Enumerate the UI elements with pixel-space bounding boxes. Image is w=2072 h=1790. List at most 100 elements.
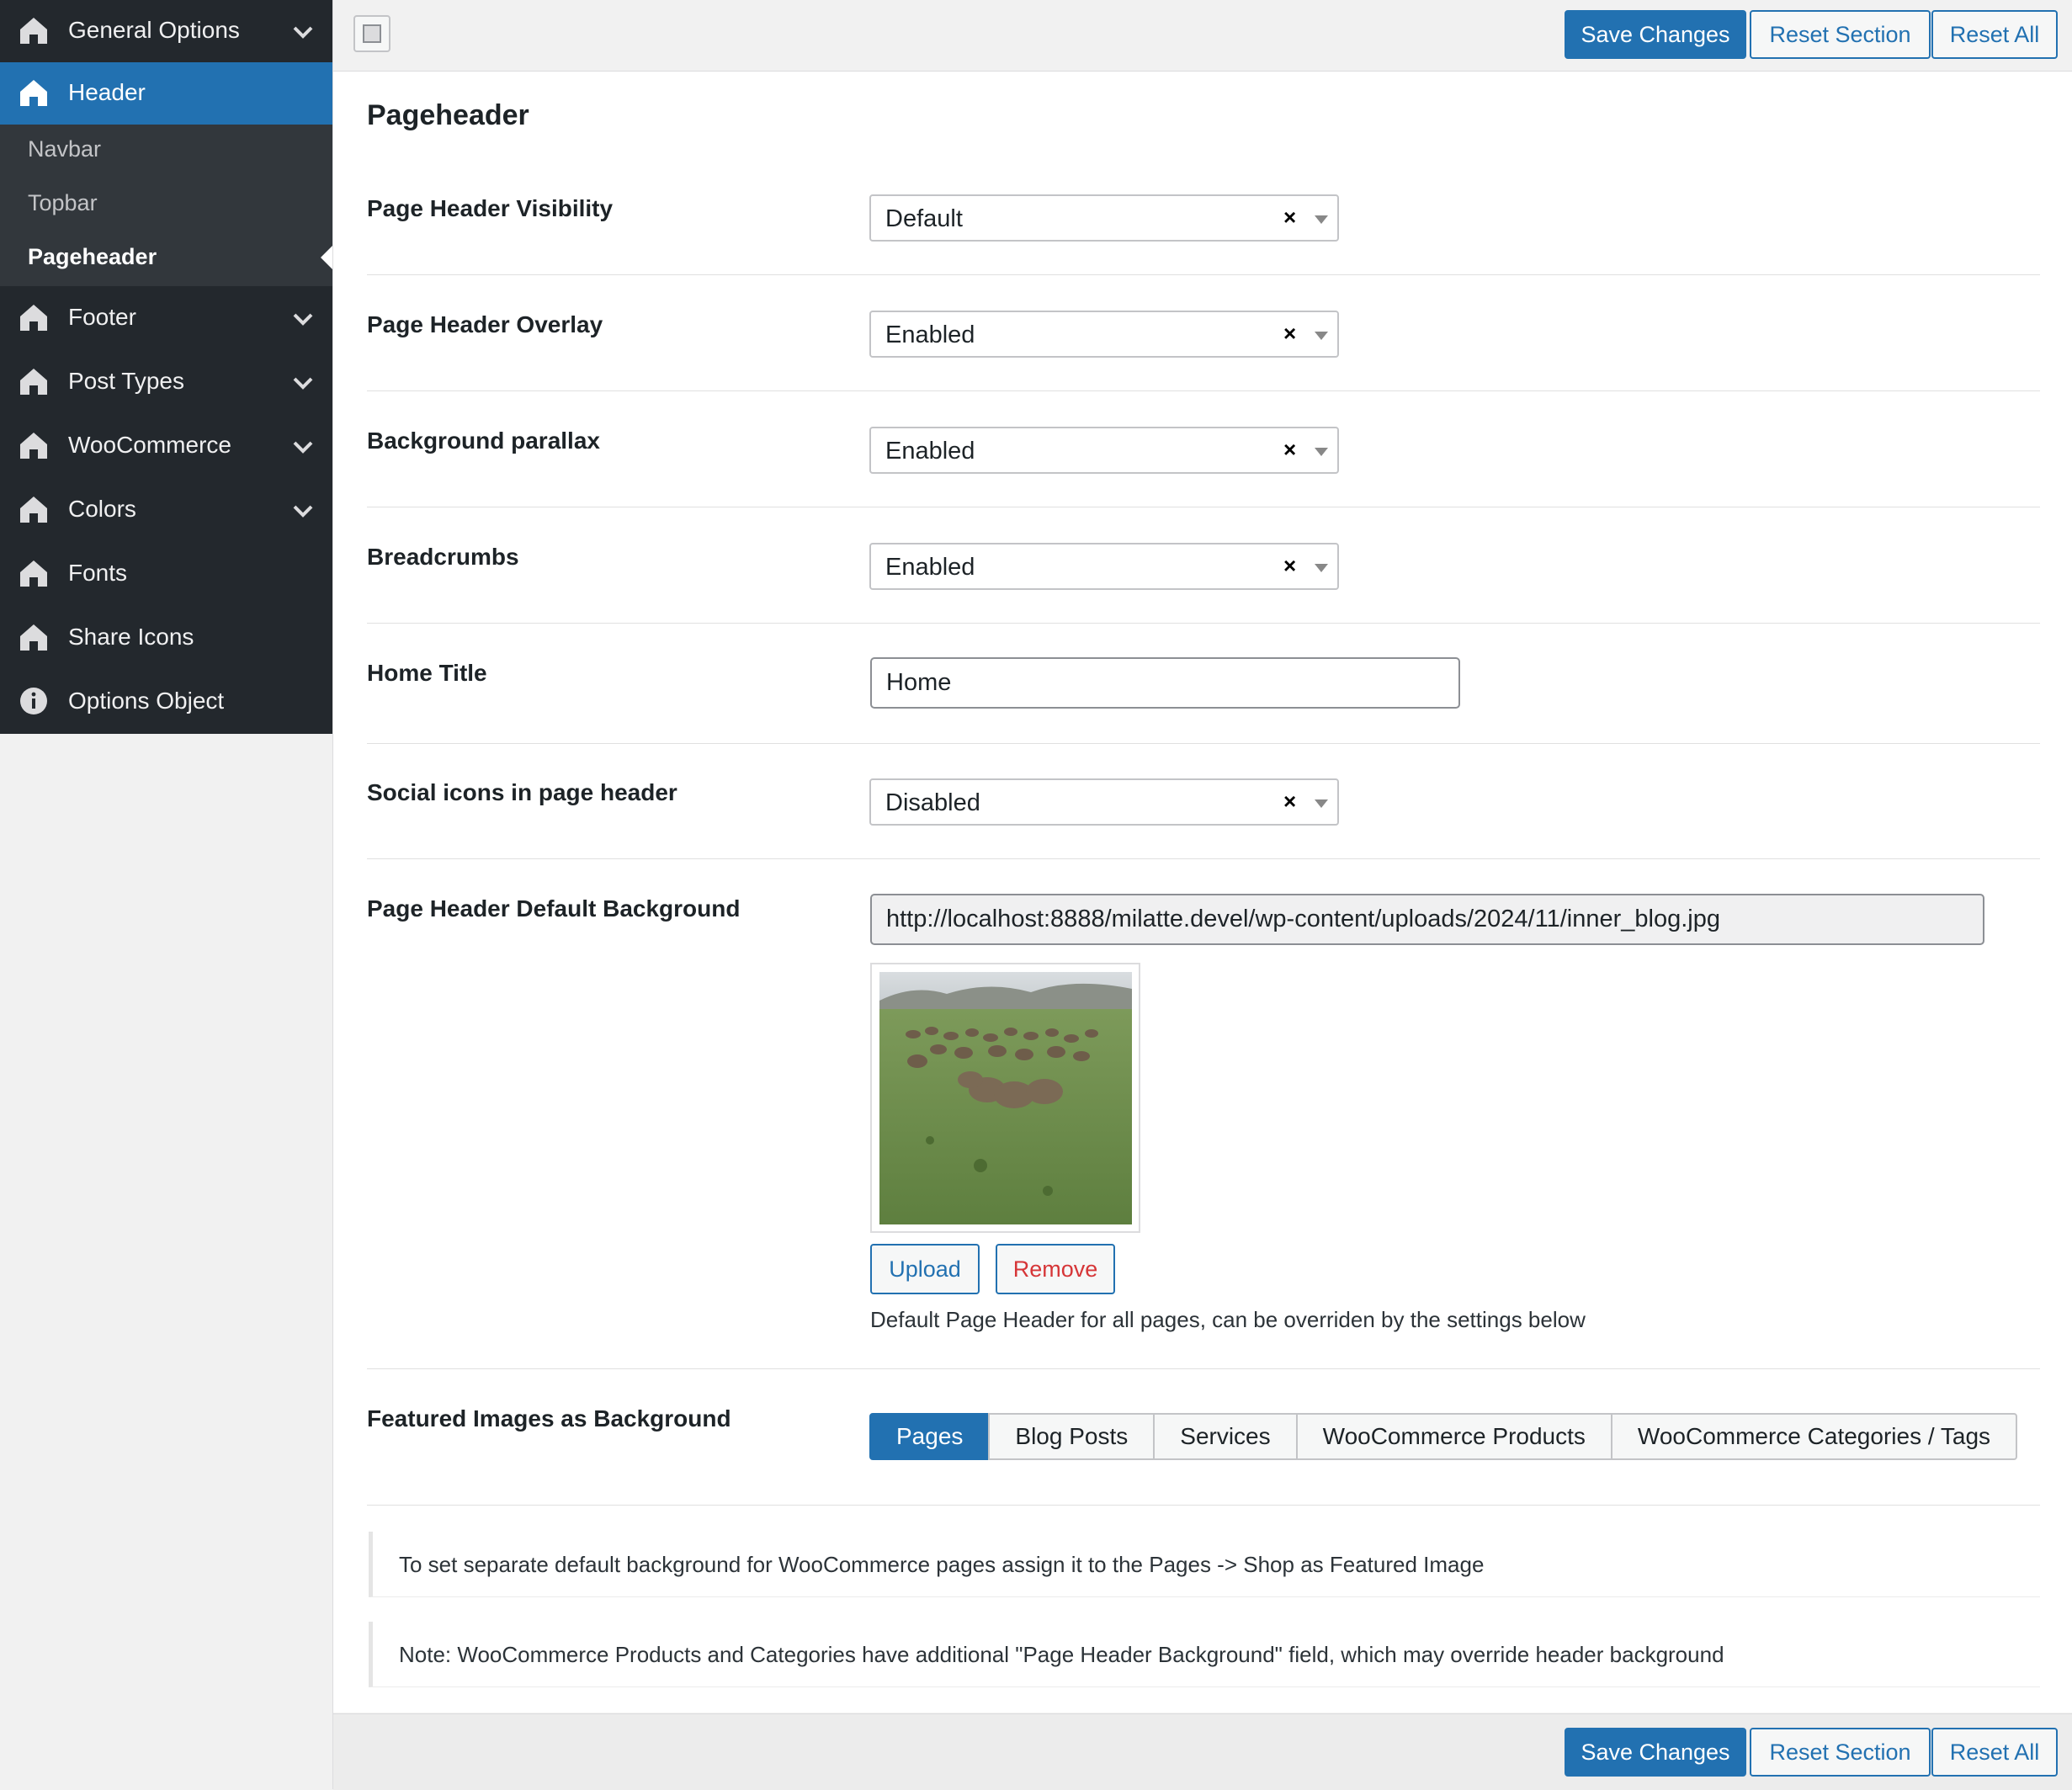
breadcrumbs-select[interactable]: Enabled × — [869, 543, 1339, 590]
breadcrumbs-label: Breadcrumbs — [367, 544, 519, 570]
sidebar-item-label: Colors — [68, 496, 136, 522]
default-background-label: Page Header Default Background — [367, 895, 741, 922]
sidebar-item-colors[interactable]: Colors — [0, 479, 332, 541]
visibility-label: Page Header Visibility — [367, 195, 614, 221]
options-sidebar: General Options Header Navbar Topbar Pag… — [0, 0, 332, 734]
featured-images-label: Featured Images as Background — [367, 1405, 731, 1431]
section-title: Pageheader — [367, 99, 529, 131]
select-value: Disabled — [885, 789, 980, 816]
notice-text: Note: WooCommerce Products and Categorie… — [399, 1642, 1724, 1667]
home-icon — [20, 497, 47, 523]
submenu-item-label: Navbar — [28, 136, 102, 162]
sidebar-item-label: Share Icons — [68, 624, 194, 650]
visibility-select[interactable]: Default × — [869, 194, 1339, 242]
caret-down-icon — [1315, 215, 1328, 224]
tab-services[interactable]: Services — [1153, 1413, 1298, 1460]
clear-icon[interactable]: × — [1283, 553, 1296, 579]
select-value: Default — [885, 205, 963, 232]
background-thumbnail — [879, 972, 1132, 1224]
override-notice: Note: WooCommerce Products and Categorie… — [369, 1622, 2040, 1687]
caret-down-icon — [1315, 332, 1328, 340]
background-description: Default Page Header for all pages, can b… — [870, 1307, 1586, 1332]
home-title-input[interactable] — [870, 657, 1460, 709]
overlay-label: Page Header Overlay — [367, 311, 603, 337]
sidebar-item-label: WooCommerce — [68, 432, 231, 458]
background-preview — [870, 963, 1140, 1233]
chevron-down-icon — [293, 313, 313, 326]
tab-woocommerce-products[interactable]: WooCommerce Products — [1295, 1413, 1612, 1460]
save-changes-button[interactable]: Save Changes — [1565, 10, 1746, 59]
reset-section-button[interactable]: Reset Section — [1750, 10, 1931, 59]
row-separator — [367, 1368, 2040, 1369]
featured-images-tabs: Pages Blog Posts Services WooCommerce Pr… — [869, 1413, 2018, 1460]
parallax-select[interactable]: Enabled × — [869, 427, 1339, 474]
submenu-item-label: Topbar — [28, 190, 98, 215]
sidebar-item-label: Fonts — [68, 560, 128, 586]
overlay-select[interactable]: Enabled × — [869, 311, 1339, 358]
sidebar-item-label: Post Types — [68, 368, 185, 394]
upload-button[interactable]: Upload — [870, 1244, 980, 1294]
sidebar-item-general-options[interactable]: General Options — [0, 0, 332, 62]
sidebar-item-label: Options Object — [68, 688, 225, 714]
sidebar-item-woocommerce[interactable]: WooCommerce — [0, 415, 332, 477]
row-separator — [367, 390, 2040, 391]
row-separator — [367, 274, 2040, 275]
sidebar-item-header[interactable]: Header — [0, 62, 332, 125]
remove-button[interactable]: Remove — [996, 1244, 1115, 1294]
home-icon — [20, 433, 47, 459]
parallax-label: Background parallax — [367, 428, 600, 454]
sidebar-item-label: General Options — [68, 17, 240, 43]
select-value: Enabled — [885, 321, 975, 348]
caret-down-icon — [1315, 448, 1328, 456]
clear-icon[interactable]: × — [1283, 789, 1296, 815]
home-icon — [20, 560, 47, 587]
notice-text: To set separate default background for W… — [399, 1552, 1485, 1577]
sidebar-item-share-icons[interactable]: Share Icons — [0, 607, 332, 669]
reset-all-button-bottom[interactable]: Reset All — [1931, 1728, 2058, 1777]
tab-woocommerce-categories-tags[interactable]: WooCommerce Categories / Tags — [1610, 1413, 2018, 1460]
header-submenu: Navbar Topbar Pageheader — [0, 125, 332, 286]
sidebar-item-footer[interactable]: Footer — [0, 287, 332, 349]
tab-pages[interactable]: Pages — [869, 1413, 991, 1460]
save-changes-button-bottom[interactable]: Save Changes — [1565, 1728, 1746, 1777]
row-separator — [367, 858, 2040, 859]
caret-down-icon — [1315, 564, 1328, 572]
row-separator — [367, 743, 2040, 744]
home-icon — [20, 80, 47, 106]
chevron-down-icon — [293, 441, 313, 454]
submenu-item-topbar[interactable]: Topbar — [0, 178, 332, 229]
caret-down-icon — [1315, 799, 1328, 808]
clear-icon[interactable]: × — [1283, 437, 1296, 463]
select-value: Enabled — [885, 438, 975, 465]
home-icon — [20, 305, 47, 331]
info-icon — [20, 688, 47, 714]
clear-icon[interactable]: × — [1283, 204, 1296, 231]
sidebar-item-label: Header — [68, 79, 146, 105]
social-icons-select[interactable]: Disabled × — [869, 778, 1339, 826]
home-icon — [20, 624, 47, 651]
expand-icon — [363, 24, 381, 43]
submenu-item-label: Pageheader — [28, 244, 157, 269]
home-title-label: Home Title — [367, 660, 487, 686]
chevron-down-icon — [293, 505, 313, 518]
sidebar-item-options-object[interactable]: Options Object — [0, 671, 332, 733]
submenu-item-navbar[interactable]: Navbar — [0, 125, 332, 175]
tab-blog-posts[interactable]: Blog Posts — [988, 1413, 1156, 1460]
sidebar-item-label: Footer — [68, 304, 136, 330]
sidebar-item-fonts[interactable]: Fonts — [0, 543, 332, 605]
woocommerce-notice: To set separate default background for W… — [369, 1532, 2040, 1597]
reset-section-button-bottom[interactable]: Reset Section — [1750, 1728, 1931, 1777]
home-icon — [20, 369, 47, 395]
expand-options-button[interactable] — [353, 15, 390, 52]
row-separator — [367, 1505, 2040, 1506]
sidebar-item-post-types[interactable]: Post Types — [0, 351, 332, 413]
row-separator — [367, 623, 2040, 624]
chevron-down-icon — [293, 377, 313, 390]
reset-all-button[interactable]: Reset All — [1931, 10, 2058, 59]
social-icons-label: Social icons in page header — [367, 779, 677, 805]
home-icon — [20, 18, 47, 44]
submenu-item-pageheader[interactable]: Pageheader — [0, 232, 332, 283]
chevron-down-icon — [293, 26, 313, 39]
clear-icon[interactable]: × — [1283, 321, 1296, 347]
background-url-field[interactable] — [870, 894, 1984, 945]
